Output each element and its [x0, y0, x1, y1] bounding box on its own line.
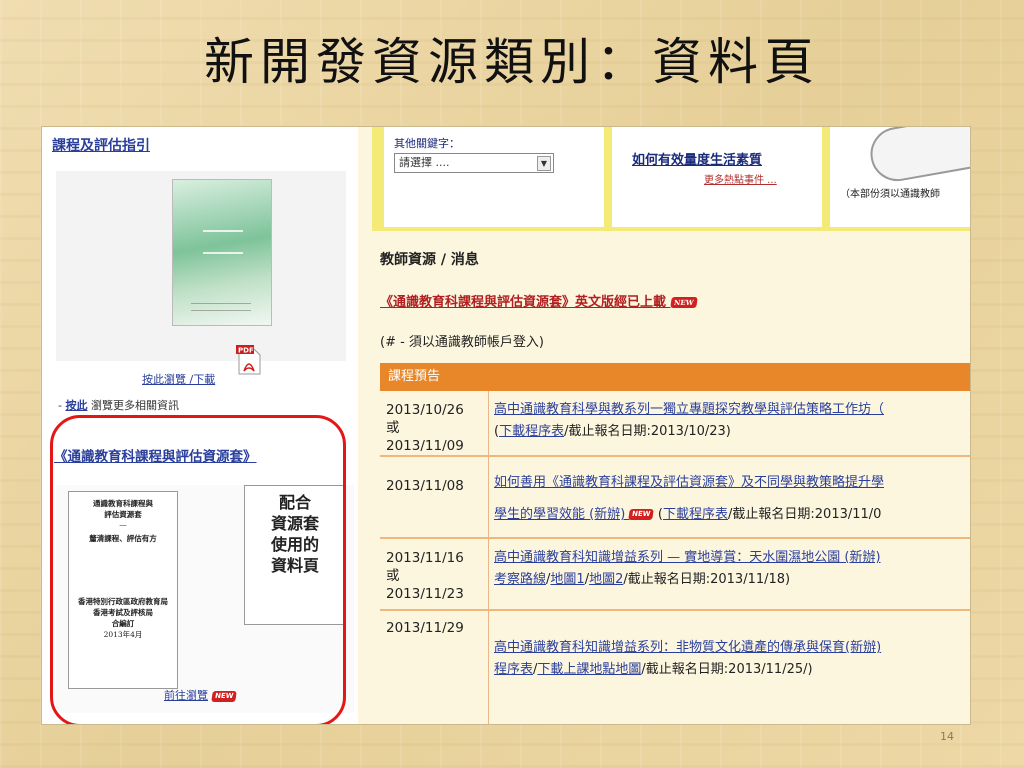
- table-header: 課程預告: [380, 363, 970, 391]
- row-date: 2013/11/08: [386, 477, 484, 495]
- date-start: 2013/10/26: [386, 402, 464, 418]
- table-row: 2013/11/29 高中通識教育科知識增益系列：非物質文化遺產的傳承與保育(新…: [380, 611, 970, 724]
- keyword-label: 其他關鍵字：: [394, 137, 460, 150]
- row-body: 高中通識教育科知識增益系列 — 實地導賞：天水圍濕地公園 (新辦) 考察路線/地…: [494, 550, 881, 587]
- keyword-select-value: 請選擇 ....: [399, 156, 450, 169]
- course-title-link[interactable]: 高中通識教育科知識增益系列：非物質文化遺產的傳承與保育(新辦): [494, 640, 881, 655]
- course-title-link[interactable]: 高中通識教育科知識增益系列 — 實地導賞：天水圍濕地公園 (新辦): [494, 550, 881, 565]
- row-body: 高中通識教育科知識增益系列：非物質文化遺產的傳承與保育(新辦) 程序表/下載上課…: [494, 640, 882, 677]
- hot-event-link[interactable]: 如何有效量度生活素質: [632, 149, 762, 168]
- teacher-note: （本部份須以通識教師: [840, 189, 940, 200]
- keyword-box: 其他關鍵字： 請選擇 .... ▼: [384, 127, 604, 227]
- dropdown-arrow-icon[interactable]: ▼: [537, 156, 551, 171]
- cover-footer-lines: [191, 303, 251, 311]
- highlight-oval: [50, 415, 346, 724]
- column-divider: [488, 391, 489, 455]
- route-link[interactable]: 考察路線: [494, 572, 546, 587]
- top-banner: 其他關鍵字： 請選擇 .... ▼ 如何有效量度生活素質 更多熱點事件 ... …: [372, 127, 970, 231]
- teacher-note-box: （本部份須以通識教師: [830, 127, 970, 227]
- resources-heading: 教師資源 / 消息: [380, 252, 479, 268]
- column-divider: [488, 539, 489, 609]
- pdf-icon[interactable]: PDF: [236, 345, 262, 375]
- keyword-select[interactable]: 請選擇 .... ▼: [394, 153, 554, 173]
- date-start: 2013/11/29: [386, 620, 464, 636]
- column-divider: [488, 457, 489, 537]
- english-version-link[interactable]: 《通識教育科課程與評估資源套》英文版經已上載 NEW: [380, 291, 697, 310]
- date-or: 或: [386, 568, 400, 584]
- hot-event-box: 如何有效量度生活素質 更多熱點事件 ...: [612, 127, 822, 227]
- deadline-text: /截止報名日期:2013/11/18): [623, 572, 791, 587]
- download-schedule-link[interactable]: 下載程序表: [663, 507, 728, 522]
- column-divider: [488, 611, 489, 724]
- new-badge-icon: NEW: [628, 509, 655, 520]
- deadline-text: /截止報名日期:2013/11/0: [728, 507, 882, 522]
- tablet-illustration: [866, 127, 970, 186]
- curriculum-guide-cover: [172, 179, 272, 326]
- row-date: 2013/11/29: [386, 619, 484, 637]
- english-version-text[interactable]: 《通識教育科課程與評估資源套》英文版經已上載: [380, 295, 666, 310]
- row-body: 高中通識教育科學與教系列一獨立專題探究教學與評估策略工作坊（ (下載程序表/截止…: [494, 402, 885, 439]
- right-column: 其他關鍵字： 請選擇 .... ▼ 如何有效量度生活素質 更多熱點事件 ... …: [358, 127, 970, 724]
- view-download-link[interactable]: 按此瀏覽 /下載: [142, 371, 215, 387]
- course-title-link-cont[interactable]: 學生的學習效能 (新辦): [494, 507, 629, 522]
- row-date: 2013/10/26 或 2013/11/09: [386, 401, 484, 455]
- table-row: 2013/11/16 或 2013/11/23 高中通識教育科知識增益系列 — …: [380, 539, 970, 611]
- row-date: 2013/11/16 或 2013/11/23: [386, 549, 484, 603]
- more-info-text: 瀏覽更多相關資訊: [87, 399, 179, 412]
- date-or: 或: [386, 420, 400, 436]
- login-note: (# - 須以通識教師帳戶登入): [380, 335, 544, 350]
- deadline-text: /截止報名日期:2013/10/23): [564, 424, 731, 439]
- click-here-link[interactable]: 按此: [65, 399, 87, 412]
- schedule-link[interactable]: 程序表: [494, 662, 533, 677]
- left-column: 課程及評估指引 PDF 按此瀏覽 /下載 - 按此 瀏覽更多相關資訊 《通識教育…: [42, 127, 358, 724]
- page-number: 14: [940, 730, 954, 743]
- date-alt: 2013/11/23: [386, 586, 464, 602]
- table-row: 2013/11/08 如何善用《通識教育科課程及評估資源套》及不同學與教策略提升…: [380, 457, 970, 539]
- new-badge-icon: NEW: [669, 297, 697, 308]
- date-start: 2013/11/16: [386, 550, 464, 566]
- map1-link[interactable]: 地圖1: [550, 572, 584, 587]
- deadline-text: /截止報名日期:2013/11/25/): [641, 662, 813, 677]
- more-info-row: - 按此 瀏覽更多相關資訊: [58, 397, 179, 413]
- date-alt: 2013/11/09: [386, 438, 464, 454]
- slide-title: 新開發資源類別：資料頁: [204, 33, 820, 91]
- curriculum-guide-link[interactable]: 課程及評估指引: [52, 135, 150, 155]
- download-schedule-link[interactable]: 下載程序表: [499, 424, 564, 439]
- table-row: 2013/10/26 或 2013/11/09 高中通識教育科學與教系列一獨立專…: [380, 391, 970, 457]
- course-title-link[interactable]: 高中通識教育科學與教系列一獨立專題探究教學與評估策略工作坊（: [494, 402, 884, 417]
- website-screenshot: 課程及評估指引 PDF 按此瀏覽 /下載 - 按此 瀏覽更多相關資訊 《通識教育…: [41, 126, 971, 725]
- more-events-link[interactable]: 更多熱點事件 ...: [704, 171, 777, 186]
- date-start: 2013/11/08: [386, 478, 464, 494]
- svg-text:PDF: PDF: [238, 347, 254, 355]
- map2-link[interactable]: 地圖2: [589, 572, 623, 587]
- row-body: 如何善用《通識教育科課程及評估資源套》及不同學與教策略提升學 學生的學習效能 (…: [494, 475, 885, 522]
- course-title-link[interactable]: 如何善用《通識教育科課程及評估資源套》及不同學與教策略提升學: [494, 475, 884, 490]
- venue-map-link[interactable]: 下載上課地點地圖: [537, 662, 641, 677]
- cover-text-lines: [203, 230, 243, 254]
- course-table: 課程預告 2013/10/26 或 2013/11/09 高中通識教育科學與教系…: [380, 363, 970, 724]
